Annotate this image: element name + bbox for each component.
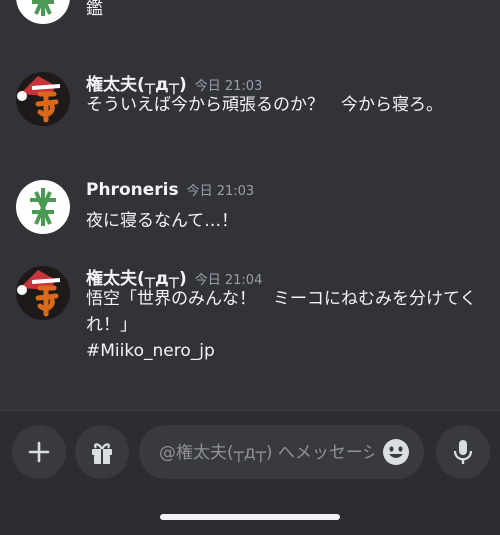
message-item: 権太夫(┬д┬) 今日 21:03 そういえば今から頑張るのか？ 今から寝ろ。 [0,70,500,160]
avatar[interactable] [16,72,70,126]
add-button[interactable] [12,425,66,479]
plus-icon [28,441,50,463]
bamboo-avatar [16,0,70,24]
message-text: 夜に寝るなんて…！ [86,211,239,231]
author-name[interactable]: Phroneris [86,180,179,200]
timestamp: 今日 21:03 [186,184,255,199]
gift-button[interactable] [75,425,129,479]
message-header: Phroneris 今日 21:03 [86,180,254,200]
avatar[interactable] [16,266,70,320]
avatar[interactable] [16,180,70,234]
message-item: 権太夫(┬д┬) 今日 21:04 悟空「世界のみんな！ ミーコにねむみを分けてく… [0,264,500,384]
santa-hat-avatar [16,266,70,320]
emoji-button[interactable] [382,438,410,466]
bamboo-avatar [16,180,70,234]
avatar[interactable] [16,0,70,24]
voice-message-button[interactable] [436,425,490,479]
home-indicator[interactable] [160,514,340,520]
message-item: Phroneris 今日 21:03 夜に寝るなんて…！ [0,180,500,250]
microphone-icon [453,440,473,464]
message-text: 悟空「世界のみんな！ ミーコにねむみを分けてくれ！」 #Miiko_nero_j… [86,289,477,361]
message-list[interactable]: やりたいことより納期を優先できるクリエイターの鑑 権太夫(┬д┬)今日 21:0… [0,0,500,410]
santa-hat-avatar [16,72,70,126]
message-input-container [139,425,424,481]
message-text: やりたいことより納期を優先できるクリエイターの鑑 [86,0,103,19]
message-input[interactable] [157,425,376,481]
emoji-icon [383,439,409,465]
message-text: そういえば今から頑張るのか？ 今から寝ろ。 [86,95,443,115]
gift-icon [92,443,112,464]
message-item: やりたいことより納期を優先できるクリエイターの鑑 [0,0,500,50]
